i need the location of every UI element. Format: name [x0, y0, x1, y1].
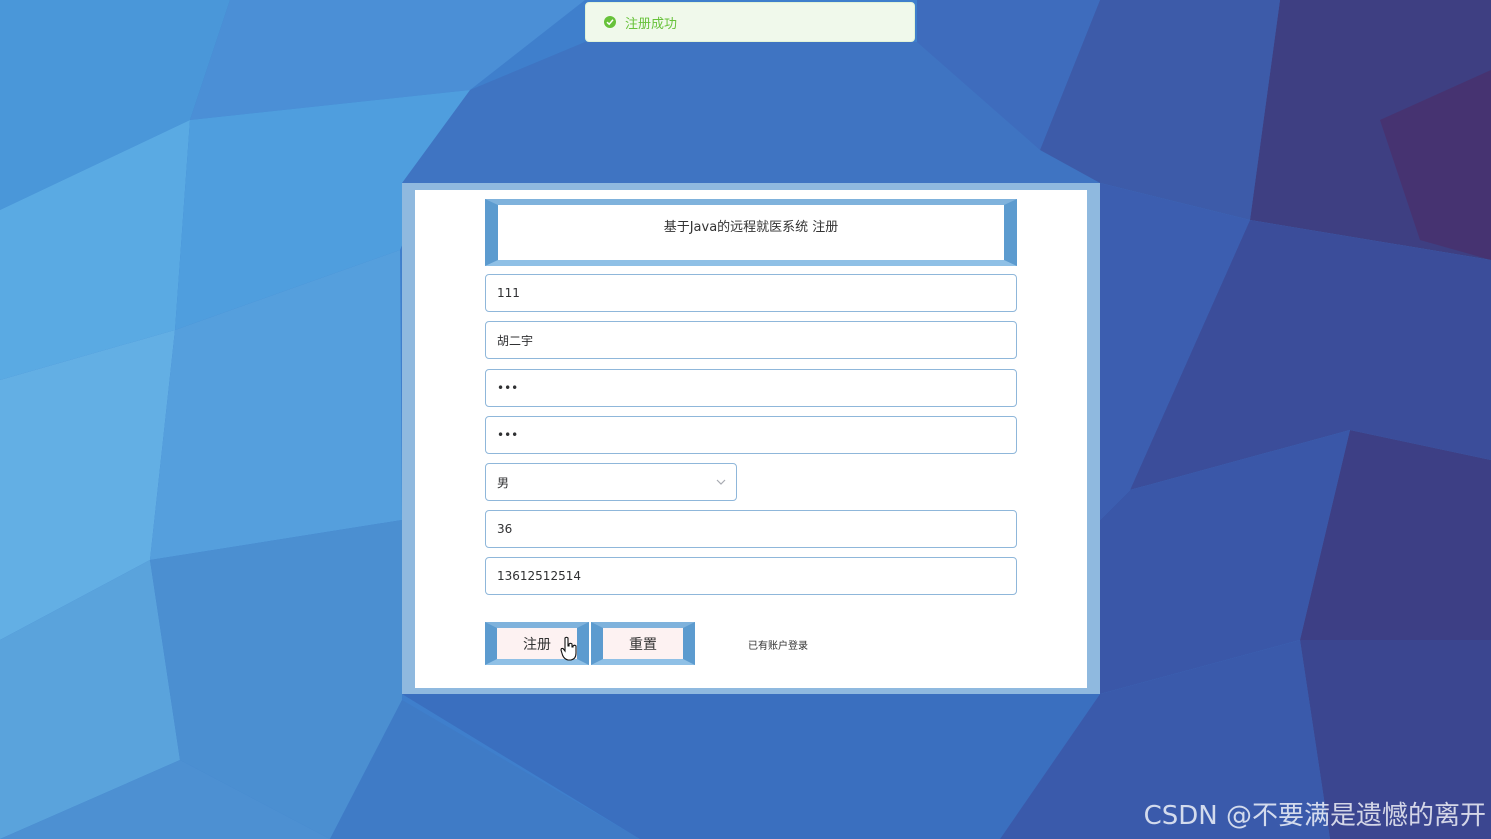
age-input[interactable]: 36 [485, 510, 1017, 548]
phone-input[interactable]: 13612512514 [485, 557, 1017, 595]
password-input[interactable]: ••• [485, 369, 1017, 407]
toast-message: 注册成功 [625, 16, 678, 32]
check-circle-icon [604, 16, 616, 28]
reset-button-label: 重置 [629, 636, 657, 653]
form-title: 基于Java的远程就医系统 注册 [663, 220, 839, 235]
form-title-box: 基于Java的远程就医系统 注册 [485, 199, 1017, 266]
gender-value: 男 [497, 475, 510, 490]
chevron-down-icon [716, 479, 726, 485]
register-button-label: 注册 [523, 636, 551, 653]
name-input[interactable]: 胡二宇 [485, 321, 1017, 359]
login-link[interactable]: 已有账户登录 [748, 637, 808, 652]
account-input[interactable]: 111 [485, 274, 1017, 312]
gender-select[interactable]: 男 [485, 463, 737, 501]
success-toast: 注册成功 [585, 2, 915, 42]
hand-cursor-icon [560, 636, 577, 661]
watermark: CSDN @不要满是遗憾的离开 [1143, 801, 1486, 831]
reset-button[interactable]: 重置 [591, 622, 695, 665]
confirm-password-input[interactable]: ••• [485, 416, 1017, 454]
